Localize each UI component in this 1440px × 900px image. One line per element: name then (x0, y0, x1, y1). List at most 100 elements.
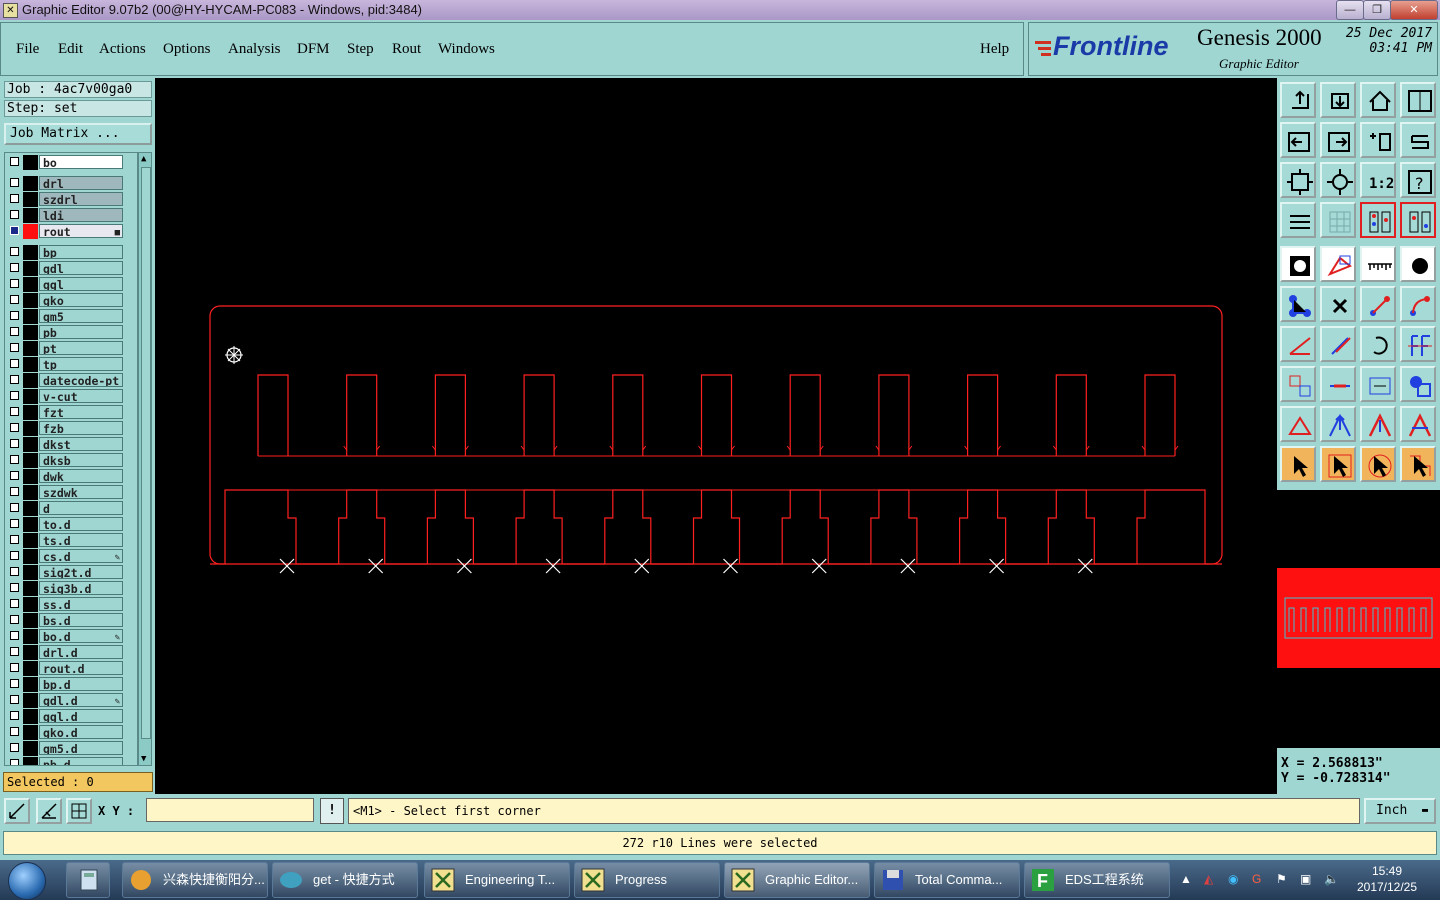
layer-color-swatch[interactable] (23, 208, 38, 223)
layer-name[interactable]: szdrl (39, 192, 123, 206)
layer-checkbox[interactable] (10, 679, 19, 688)
layer-row-bs-d[interactable]: bs.d (5, 613, 137, 628)
layer-color-swatch[interactable] (23, 501, 38, 516)
layer-name[interactable]: gdl (39, 261, 123, 275)
cross-button[interactable] (1320, 286, 1356, 322)
layer-name[interactable]: rout.d (39, 661, 123, 675)
layer-checkbox[interactable] (10, 343, 19, 352)
layer-checkbox[interactable] (10, 327, 19, 336)
layer-checkbox[interactable] (10, 631, 19, 640)
layer-color-swatch[interactable] (23, 245, 38, 260)
layer-name[interactable]: szdwk (39, 485, 123, 499)
layer-row-tp[interactable]: tp (5, 357, 137, 372)
redraw-button[interactable] (1400, 122, 1436, 158)
layer-name[interactable]: gm5.d (39, 741, 123, 755)
scroll-down-icon[interactable]: ▼ (141, 754, 146, 764)
layer-row-ts-d[interactable]: ts.d (5, 533, 137, 548)
zoom-back-button[interactable] (1320, 82, 1356, 118)
taskbar-item-6[interactable]: F EDS工程系统 (1024, 862, 1170, 898)
menu-step[interactable]: Step (347, 41, 374, 58)
layer-color-swatch[interactable] (23, 224, 38, 239)
pan-right-button[interactable] (1320, 122, 1356, 158)
layer-name[interactable]: datecode-pt (39, 373, 123, 387)
window-button[interactable] (1400, 82, 1436, 118)
mirror-button[interactable] (1400, 326, 1436, 362)
layer-row-gm5-d[interactable]: gm5.d (5, 741, 137, 756)
layer-name[interactable]: gko (39, 293, 123, 307)
layer-row-sig2t-d[interactable]: sig2t.d (5, 565, 137, 580)
snap-pointer-button[interactable] (1400, 446, 1436, 482)
layer-row-drl-d[interactable]: drl.d (5, 645, 137, 660)
layer-name[interactable]: to.d (39, 517, 123, 531)
tray-flag-icon[interactable]: ⚑ (1276, 872, 1287, 886)
tray-network-icon[interactable]: ▣ (1300, 872, 1311, 886)
layer-checkbox[interactable] (10, 178, 19, 187)
layer-color-swatch[interactable] (23, 757, 38, 765)
layer-name[interactable]: pb (39, 325, 123, 339)
slash-button[interactable] (1320, 326, 1356, 362)
layer-checkbox[interactable] (10, 567, 19, 576)
layer-name[interactable]: bo.d ✎ (39, 629, 123, 643)
angle-button[interactable] (1280, 326, 1316, 362)
layer-row-dwk[interactable]: dwk (5, 469, 137, 484)
layer-color-swatch[interactable] (23, 677, 38, 692)
layer-checkbox[interactable] (10, 263, 19, 272)
layer-row-pb[interactable]: pb (5, 325, 137, 340)
features-button[interactable] (1280, 246, 1316, 282)
layer-name[interactable]: gm5 (39, 309, 123, 323)
start-button[interactable] (8, 862, 46, 900)
layer-color-swatch[interactable] (23, 613, 38, 628)
line-button[interactable] (1360, 286, 1396, 322)
layer-row-d[interactable]: d (5, 501, 137, 516)
unit-selector[interactable]: Inch ▬ (1364, 798, 1436, 824)
layer-checkbox[interactable] (10, 535, 19, 544)
menu-actions[interactable]: Actions (99, 41, 146, 58)
layer-name[interactable]: rout ■ (39, 224, 123, 238)
menu-file[interactable]: File (16, 41, 39, 58)
menu-rout[interactable]: Rout (392, 41, 421, 58)
layer-checkbox[interactable] (10, 375, 19, 384)
taskbar-item-4[interactable]: Graphic Editor... (724, 862, 870, 898)
snap-mode-button[interactable] (4, 798, 30, 824)
layer-row-szdwk[interactable]: szdwk (5, 485, 137, 500)
layer-color-swatch[interactable] (23, 155, 38, 170)
layer-name[interactable]: bs.d (39, 613, 123, 627)
close-button[interactable]: ✕ (1390, 0, 1438, 20)
layer-color-swatch[interactable] (23, 661, 38, 676)
tray-network-app-icon[interactable]: ◉ (1228, 872, 1238, 886)
tray-volume-icon[interactable]: 🔈 (1324, 872, 1339, 886)
taskbar-item-3[interactable]: Progress (574, 862, 720, 898)
layer-checkbox[interactable] (10, 583, 19, 592)
layer-checkbox[interactable] (10, 663, 19, 672)
layer-checkbox[interactable] (10, 279, 19, 288)
menu-dfm[interactable]: DFM (297, 41, 330, 58)
layer-row-drl[interactable]: drl (5, 176, 137, 191)
ruler-button[interactable] (1360, 246, 1396, 282)
layer-color-swatch[interactable] (23, 293, 38, 308)
taskbar-item-2[interactable]: Engineering T... (424, 862, 570, 898)
layer-scrollbar[interactable]: ▲ ▼ (138, 152, 152, 766)
layer-color-swatch[interactable] (23, 549, 38, 564)
grid-button[interactable] (1320, 202, 1356, 238)
layer-name[interactable]: ss.d (39, 597, 123, 611)
xy-input[interactable] (146, 798, 314, 822)
tray-expand-icon[interactable]: ▲ (1180, 872, 1192, 886)
layer-color-swatch[interactable] (23, 597, 38, 612)
layer-color-swatch[interactable] (23, 357, 38, 372)
scroll-up-icon[interactable]: ▲ (141, 154, 146, 164)
layer-color-swatch[interactable] (23, 176, 38, 191)
layer-display-alt-button[interactable] (1400, 202, 1436, 238)
layer-color-swatch[interactable] (23, 581, 38, 596)
tray-app-icon[interactable]: ◭ (1204, 872, 1213, 886)
scroll-thumb[interactable] (141, 167, 151, 739)
layer-checkbox[interactable] (10, 157, 19, 166)
layer-checkbox[interactable] (10, 210, 19, 219)
layer-name[interactable]: bp (39, 245, 123, 259)
menu-analysis[interactable]: Analysis (228, 41, 281, 58)
layer-name[interactable]: fzb (39, 421, 123, 435)
layer-row-cs-d[interactable]: cs.d ✎ (5, 549, 137, 564)
arrow-up-button[interactable] (1320, 406, 1356, 442)
layer-name[interactable]: drl (39, 176, 123, 190)
layer-name[interactable]: sig3b.d (39, 581, 123, 595)
exclamation-button[interactable]: ! (320, 798, 344, 824)
